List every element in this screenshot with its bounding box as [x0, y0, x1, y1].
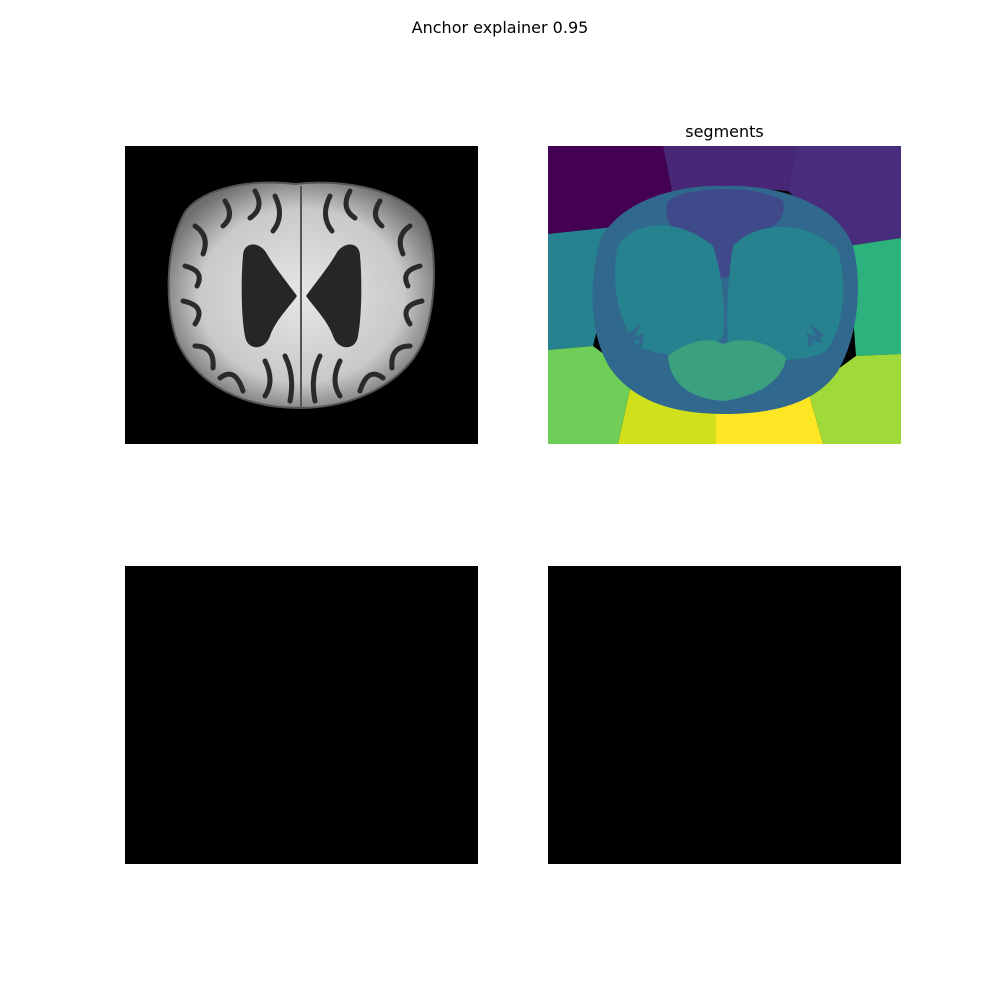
anchor-image-panel-right [548, 566, 901, 864]
segments-panel [548, 146, 901, 444]
mri-image-panel [125, 146, 478, 444]
anchor-image-panel-left [125, 566, 478, 864]
mri-brain-image [125, 146, 478, 444]
figure-title: Anchor explainer 0.95 [411, 18, 589, 37]
segments-image [548, 146, 901, 444]
segments-title: segments [685, 122, 764, 141]
